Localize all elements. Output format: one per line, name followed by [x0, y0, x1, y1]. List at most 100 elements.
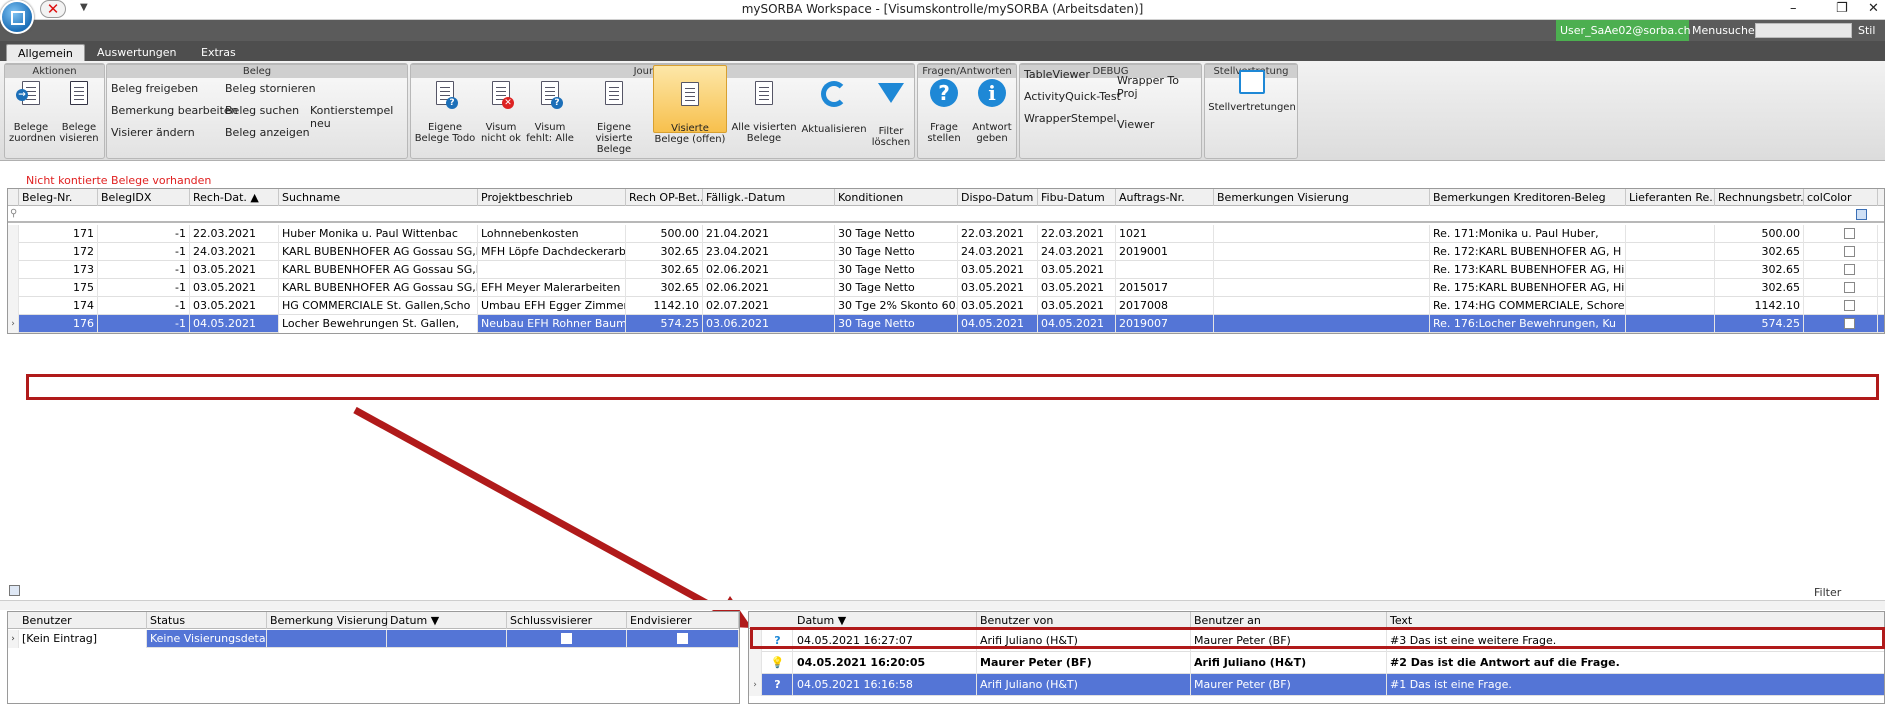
- table-cell[interactable]: 2019001: [1116, 243, 1214, 261]
- stellvertretungen-button[interactable]: Stellvertretungen: [1207, 68, 1297, 113]
- table-cell[interactable]: 03.05.2021: [190, 279, 279, 297]
- tab-extras[interactable]: Extras: [190, 44, 247, 61]
- column-header[interactable]: Bemerkungen Kreditoren-Beleg: [1430, 189, 1626, 206]
- viewer-button[interactable]: Viewer: [1117, 118, 1154, 131]
- table-cell[interactable]: #1 Das ist eine Frage.: [1387, 674, 1885, 696]
- table-cell[interactable]: Maurer Peter (BF): [1191, 674, 1387, 696]
- table-cell[interactable]: 03.05.2021: [1038, 279, 1116, 297]
- table-cell[interactable]: 500.00: [1715, 225, 1804, 243]
- table-cell[interactable]: 22.03.2021: [1038, 225, 1116, 243]
- column-header[interactable]: Benutzer: [19, 612, 147, 629]
- table-cell[interactable]: #2 Das ist die Antwort auf die Frage.: [1387, 652, 1885, 674]
- table-cell[interactable]: 03.05.2021: [1038, 261, 1116, 279]
- table-cell[interactable]: 1142.10: [1715, 297, 1804, 315]
- table-cell[interactable]: 23.04.2021: [703, 243, 835, 261]
- column-header[interactable]: Fibu-Datum: [1038, 189, 1116, 206]
- column-header[interactable]: Status: [147, 612, 267, 629]
- cell-bemerkung[interactable]: [267, 630, 387, 648]
- belege-visieren-button[interactable]: Belege visieren: [57, 68, 101, 144]
- table-cell[interactable]: 302.65: [1715, 261, 1804, 279]
- table-cell[interactable]: KARL BUBENHOFER AG Gossau SG,H: [279, 261, 478, 279]
- kontierstempel-neu-button[interactable]: Kontierstempel neu: [310, 104, 407, 130]
- column-header[interactable]: Rechnungsbetr...: [1715, 189, 1804, 206]
- column-header[interactable]: Bemerkung Visierung: [267, 612, 388, 629]
- table-cell[interactable]: Locher Bewehrungen St. Gallen,: [279, 315, 478, 333]
- table-cell[interactable]: -1: [98, 261, 190, 279]
- table-cell[interactable]: Lohnnebenkosten: [478, 225, 626, 243]
- table-cell[interactable]: [1804, 279, 1878, 297]
- table-row[interactable]: 175 -1 03.05.2021 KARL BUBENHOFER AG Gossau…: [8, 279, 1884, 297]
- column-header[interactable]: Auftrags-Nr.: [1116, 189, 1214, 206]
- table-cell[interactable]: [1804, 243, 1878, 261]
- menusuche-input[interactable]: [1755, 23, 1852, 38]
- endvisierer-checkbox[interactable]: [677, 633, 688, 644]
- table-row[interactable]: ›? 04.05.2021 16:16:58 Arifi Juliano (H&T)…: [749, 674, 1884, 696]
- row-indicator[interactable]: [8, 279, 19, 297]
- filter-loeschen-button[interactable]: Filter löschen: [869, 68, 913, 148]
- table-cell[interactable]: 1142.10: [626, 297, 703, 315]
- app-menu-button[interactable]: [0, 0, 34, 34]
- table-cell[interactable]: -1: [98, 225, 190, 243]
- colcolor-checkbox[interactable]: [1844, 264, 1855, 275]
- table-cell[interactable]: 03.05.2021: [1038, 297, 1116, 315]
- table-row[interactable]: 174 -1 03.05.2021 HG COMMERCIALE St. Gallen…: [8, 297, 1884, 315]
- table-row[interactable]: › 176 -1 04.05.2021 Locher Bewehrungen St. G…: [8, 315, 1884, 333]
- row-indicator[interactable]: ›: [749, 674, 762, 696]
- table-cell[interactable]: 1021: [1116, 225, 1214, 243]
- minimize-icon[interactable]: –: [1790, 1, 1797, 16]
- select-all-checkbox[interactable]: [1856, 209, 1867, 220]
- column-header[interactable]: Rech-Dat. ▲: [190, 189, 279, 206]
- table-cell[interactable]: EFH Meyer Malerarbeiten: [478, 279, 626, 297]
- table-cell[interactable]: Re. 173:KARL BUBENHOFER AG, Hi: [1430, 261, 1626, 279]
- table-row[interactable]: 171 -1 22.03.2021 Huber Monika u. Paul Witt…: [8, 225, 1884, 243]
- table-cell[interactable]: Umbau EFH Egger Zimmerar...: [478, 297, 626, 315]
- eigene-belege-todo-button[interactable]: ? Eigene Belege Todo: [413, 68, 477, 144]
- belege-zuordnen-button[interactable]: → Belege zuordnen: [9, 68, 56, 144]
- table-row[interactable]: 173 -1 03.05.2021 KARL BUBENHOFER AG Gossau…: [8, 261, 1884, 279]
- column-header[interactable]: Bemerkungen Visierung: [1214, 189, 1430, 206]
- table-cell[interactable]: Huber Monika u. Paul Wittenbac: [279, 225, 478, 243]
- table-cell[interactable]: [1626, 261, 1715, 279]
- row-indicator[interactable]: [8, 297, 19, 315]
- bemerkung-bearbeiten-button[interactable]: Bemerkung bearbeiten: [111, 104, 238, 117]
- table-cell[interactable]: 22.03.2021: [958, 225, 1038, 243]
- table-cell[interactable]: 03.05.2021: [190, 297, 279, 315]
- table-cell[interactable]: 30 Tage Netto: [835, 225, 958, 243]
- table-cell[interactable]: [1626, 243, 1715, 261]
- table-cell[interactable]: 302.65: [626, 261, 703, 279]
- table-cell[interactable]: -1: [98, 297, 190, 315]
- table-cell[interactable]: 21.04.2021: [703, 225, 835, 243]
- table-cell[interactable]: [1804, 225, 1878, 243]
- wrapper-to-proj-button[interactable]: Wrapper To Proj: [1117, 74, 1201, 100]
- cell-datum[interactable]: [387, 630, 507, 648]
- table-cell[interactable]: 175: [19, 279, 98, 297]
- table-cell[interactable]: Re. 174:HG COMMERCIALE, Schore: [1430, 297, 1626, 315]
- table-cell[interactable]: [1214, 297, 1430, 315]
- cell-status[interactable]: Keine Visierungsdetail...: [147, 630, 267, 648]
- table-cell[interactable]: -1: [98, 279, 190, 297]
- visum-nicht-ok-button[interactable]: ✕ Visum nicht ok: [479, 68, 523, 144]
- stil-label[interactable]: Stil: [1858, 24, 1875, 37]
- table-cell[interactable]: 302.65: [626, 279, 703, 297]
- table-cell[interactable]: [478, 261, 626, 279]
- antwort-geben-button[interactable]: i Antwort geben: [970, 68, 1014, 144]
- activityquick-test-button[interactable]: ActivityQuick-Test: [1024, 90, 1121, 103]
- table-cell[interactable]: 04.05.2021: [1038, 315, 1116, 333]
- table-cell[interactable]: [1214, 279, 1430, 297]
- column-header[interactable]: Endvisierer: [627, 612, 739, 629]
- table-cell[interactable]: -1: [98, 243, 190, 261]
- table-cell[interactable]: HG COMMERCIALE St. Gallen,Scho: [279, 297, 478, 315]
- table-cell[interactable]: 02.06.2021: [703, 279, 835, 297]
- column-header[interactable]: Lieferanten Re...: [1626, 189, 1715, 206]
- table-cell[interactable]: 574.25: [1715, 315, 1804, 333]
- table-cell[interactable]: 2019007: [1116, 315, 1214, 333]
- colcolor-checkbox[interactable]: [1844, 300, 1855, 311]
- table-cell[interactable]: 574.25: [626, 315, 703, 333]
- table-cell[interactable]: 24.03.2021: [958, 243, 1038, 261]
- column-header[interactable]: colColor: [1804, 189, 1878, 206]
- eigene-visierte-belege-button[interactable]: Eigene visierte Belege: [577, 68, 651, 155]
- table-cell[interactable]: Neubau EFH Rohner Baume...: [478, 315, 626, 333]
- table-cell[interactable]: [1804, 315, 1878, 333]
- table-cell[interactable]: 2017008: [1116, 297, 1214, 315]
- table-cell[interactable]: 24.03.2021: [190, 243, 279, 261]
